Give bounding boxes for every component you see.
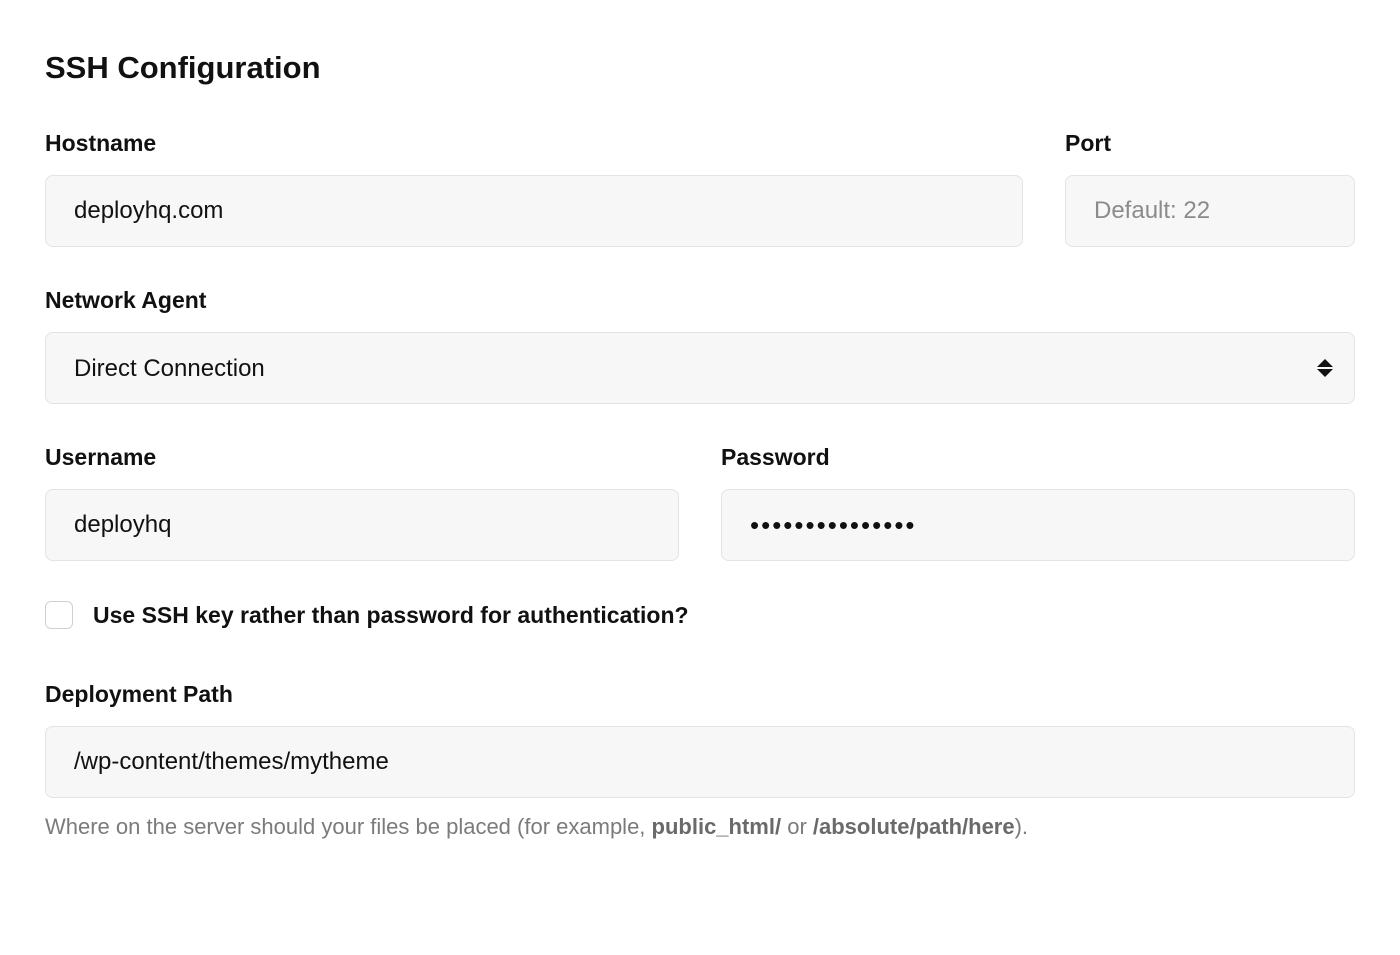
field-port: Port [1065,130,1355,247]
network-agent-select-wrap: Direct Connection [45,332,1355,404]
hostname-input[interactable] [45,175,1023,247]
help-text-prefix: Where on the server should your files be… [45,814,652,839]
port-label: Port [1065,130,1355,157]
network-agent-select[interactable]: Direct Connection [45,332,1355,404]
username-input[interactable] [45,489,679,561]
ssh-key-checkbox-row: Use SSH key rather than password for aut… [45,601,1355,629]
help-text-suffix: ). [1015,814,1028,839]
field-password: Password [721,444,1355,561]
field-deployment-path: Deployment Path Where on the server shou… [45,681,1355,843]
port-input[interactable] [1065,175,1355,247]
ssh-key-checkbox[interactable] [45,601,73,629]
deployment-path-label: Deployment Path [45,681,1355,708]
hostname-label: Hostname [45,130,1023,157]
deployment-path-input[interactable] [45,726,1355,798]
deployment-path-help: Where on the server should your files be… [45,812,1355,843]
help-text-example2: /absolute/path/here [813,814,1015,839]
field-network-agent: Network Agent Direct Connection [45,287,1355,404]
network-agent-label: Network Agent [45,287,1355,314]
section-title: SSH Configuration [45,50,1355,86]
row-hostname-port: Hostname Port [45,130,1355,247]
help-text-example1: public_html/ [652,814,782,839]
password-label: Password [721,444,1355,471]
field-hostname: Hostname [45,130,1023,247]
row-network-agent: Network Agent Direct Connection [45,287,1355,404]
password-input[interactable] [721,489,1355,561]
username-label: Username [45,444,679,471]
help-text-middle: or [781,814,813,839]
ssh-key-checkbox-label: Use SSH key rather than password for aut… [93,602,689,629]
field-username: Username [45,444,679,561]
row-username-password: Username Password [45,444,1355,561]
